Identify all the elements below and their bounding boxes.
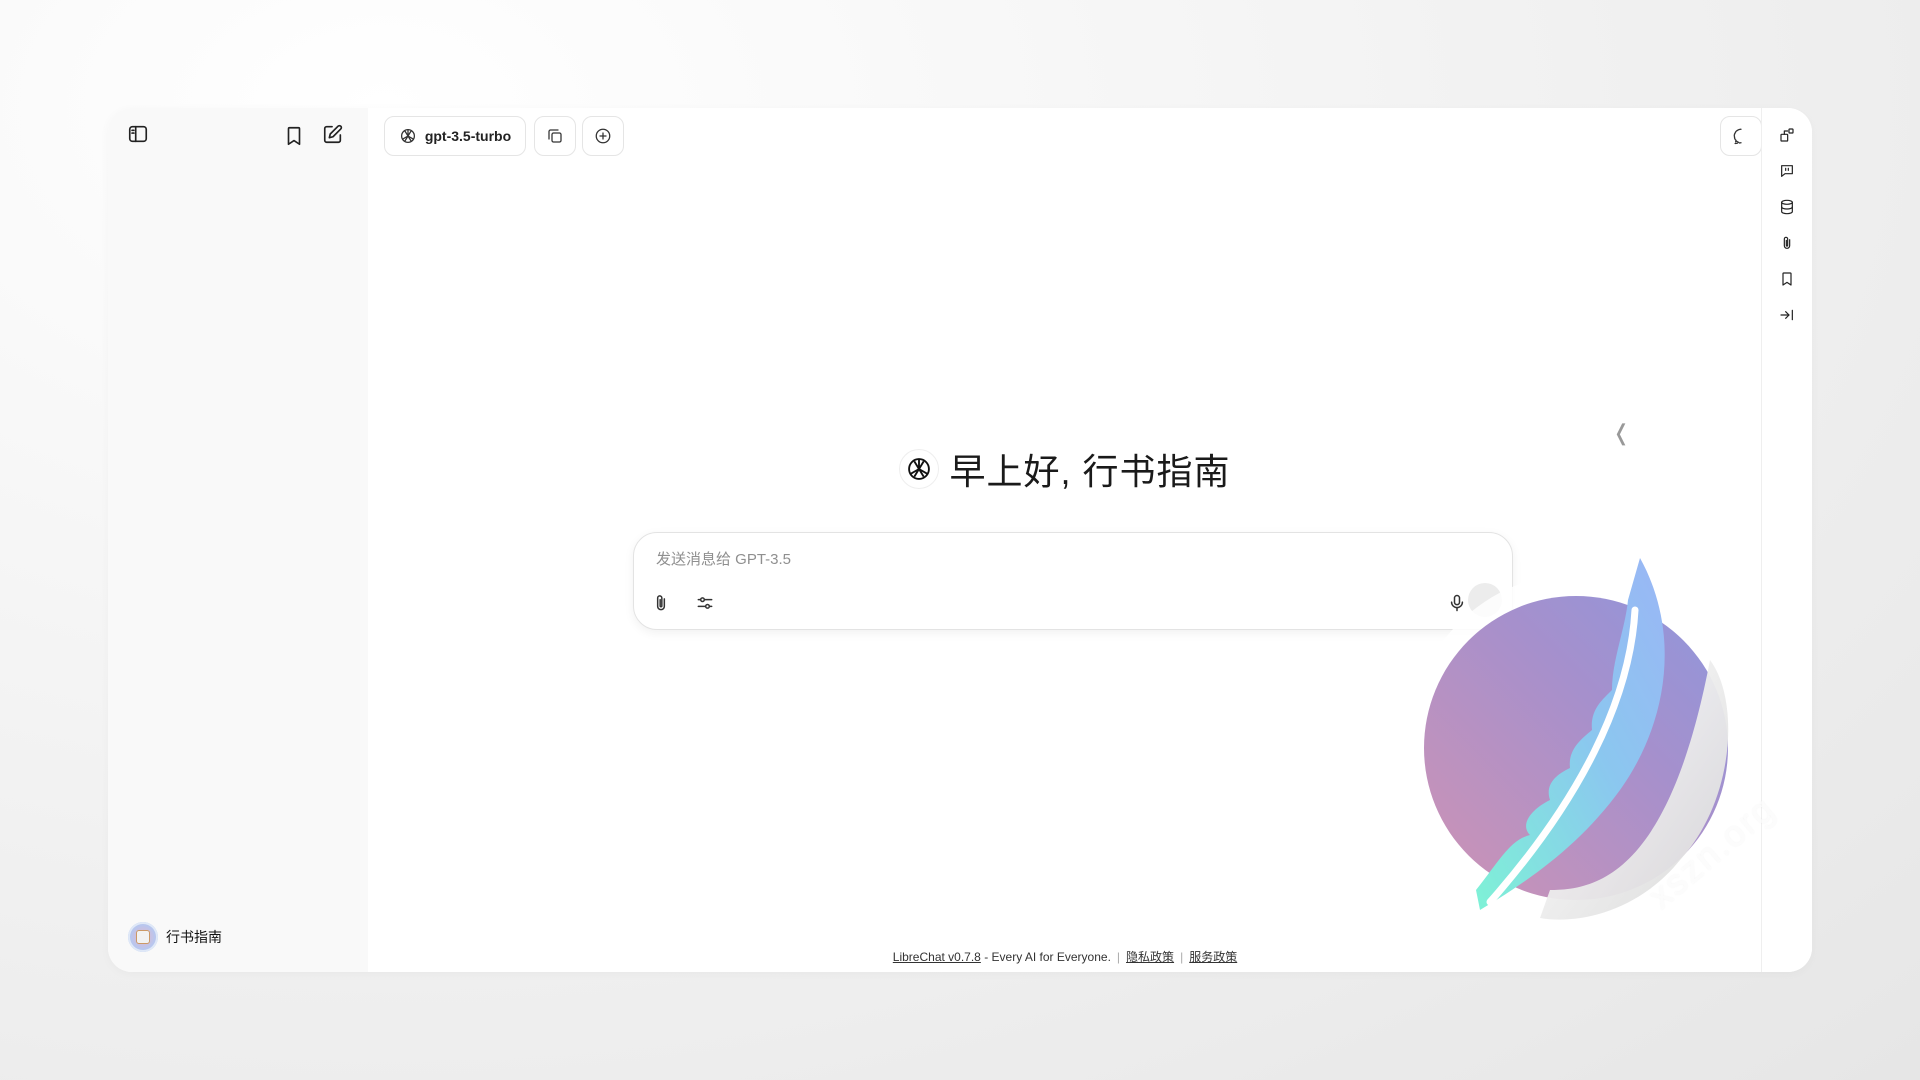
bookmark-icon: [287, 126, 301, 146]
right-rail: [1761, 108, 1812, 972]
main-panel: gpt-3.5-turbo 早上好, 行书指南 发送消息给 GPT-3.5 Li…: [368, 108, 1762, 972]
rail-files-button[interactable]: [1772, 228, 1802, 258]
mic-icon: [1450, 594, 1464, 612]
sidebar-toggle-icon: [128, 125, 148, 143]
bookmarks-button[interactable]: [276, 118, 312, 154]
database-icon: [1781, 199, 1793, 215]
copy-button[interactable]: [534, 116, 576, 156]
user-name: 行书指南: [166, 929, 222, 945]
rail-bookmarks-button[interactable]: [1772, 264, 1802, 294]
app-window: 行书指南 gpt-3.5-turbo 早上好, 行书指南 发送消息给 GPT-3…: [108, 108, 1812, 972]
rail-collapse-button[interactable]: [1772, 300, 1802, 330]
avatar: [128, 922, 158, 952]
plus-circle-icon: [595, 128, 611, 144]
openai-icon: [400, 128, 415, 144]
sliders-icon: [697, 597, 713, 609]
temporary-chat-button[interactable]: [1720, 116, 1762, 156]
greeting: 早上好, 行书指南: [368, 443, 1762, 495]
apps-icon: [1780, 128, 1794, 142]
collapse-right-icon: [1780, 309, 1793, 321]
message-input[interactable]: [654, 543, 1458, 575]
attach-button[interactable]: [646, 588, 676, 618]
assistant-logo: [899, 449, 940, 489]
greeting-text: 早上好, 行书指南: [949, 451, 1231, 492]
message-composer: [633, 532, 1513, 630]
panel-collapse-handle[interactable]: ❬: [1612, 420, 1630, 446]
new-chat-button[interactable]: [315, 116, 351, 152]
settings-button[interactable]: [690, 588, 720, 618]
bookmark-icon: [1782, 272, 1792, 286]
openai-icon: [908, 458, 931, 480]
model-label: gpt-3.5-turbo: [424, 128, 512, 144]
footer-tagline: - Every AI for Everyone.: [980, 950, 1111, 964]
terms-link[interactable]: 服务政策: [1189, 950, 1237, 964]
prompt-icon: [1781, 165, 1793, 177]
paperclip-icon: [656, 595, 666, 611]
edit-icon: [323, 124, 343, 144]
paperclip-icon: [1783, 236, 1791, 249]
chat-bubble-dashed-icon: [1733, 128, 1742, 145]
rail-database-button[interactable]: [1772, 192, 1802, 222]
sidebar-toggle-button[interactable]: [120, 116, 156, 152]
rail-apps-button[interactable]: [1772, 120, 1802, 150]
privacy-link[interactable]: 隐私政策: [1126, 950, 1174, 964]
librechat-link[interactable]: LibreChat v0.7.8: [893, 950, 981, 964]
model-selector-button[interactable]: gpt-3.5-turbo: [384, 116, 526, 156]
rail-prompts-button[interactable]: [1772, 156, 1802, 186]
footer-separator: |: [1116, 950, 1121, 964]
user-menu-button[interactable]: 行书指南: [128, 922, 222, 952]
copy-icon: [548, 129, 562, 143]
footer-separator: |: [1180, 950, 1184, 964]
add-button[interactable]: [582, 116, 624, 156]
send-button[interactable]: [1468, 583, 1502, 617]
footer: LibreChat v0.7.8 - Every AI for Everyone…: [368, 948, 1762, 965]
left-sidebar: 行书指南: [108, 108, 368, 972]
